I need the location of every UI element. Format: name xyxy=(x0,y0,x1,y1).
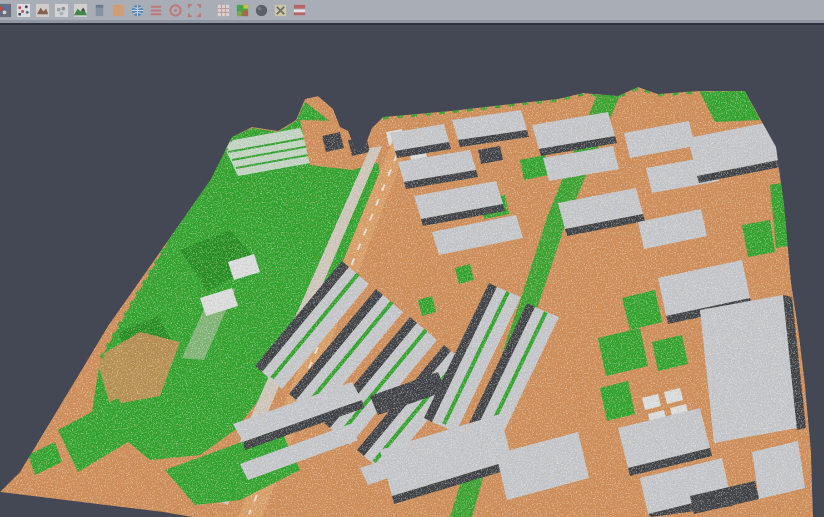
ground-orange-icon[interactable] xyxy=(111,3,126,18)
grid-red-icon[interactable] xyxy=(216,3,231,18)
3d-viewport[interactable] xyxy=(0,25,824,517)
red-lines-icon[interactable] xyxy=(149,3,164,18)
points-gray-icon[interactable] xyxy=(54,3,69,18)
toolbar-separator xyxy=(206,3,212,18)
terrain-green-icon[interactable] xyxy=(73,3,88,18)
classified-points-icon[interactable] xyxy=(16,3,31,18)
selection-brackets-icon[interactable] xyxy=(187,3,202,18)
dark-sphere-icon[interactable] xyxy=(254,3,269,18)
application-window xyxy=(0,0,824,517)
globe-icon[interactable] xyxy=(130,3,145,18)
flag-red-icon[interactable] xyxy=(292,3,307,18)
toolbar-icons xyxy=(0,3,307,18)
classification-map-icon[interactable] xyxy=(235,3,250,18)
terrain-brown-icon[interactable] xyxy=(35,3,50,18)
points-multicolor-icon[interactable] xyxy=(0,3,12,18)
column-blue-icon[interactable] xyxy=(92,3,107,18)
scene-canvas[interactable] xyxy=(0,25,824,517)
pointcloud-noise-dark xyxy=(0,25,824,517)
toolbar xyxy=(0,0,824,20)
target-icon[interactable] xyxy=(168,3,183,18)
measure-x-icon[interactable] xyxy=(273,3,288,18)
